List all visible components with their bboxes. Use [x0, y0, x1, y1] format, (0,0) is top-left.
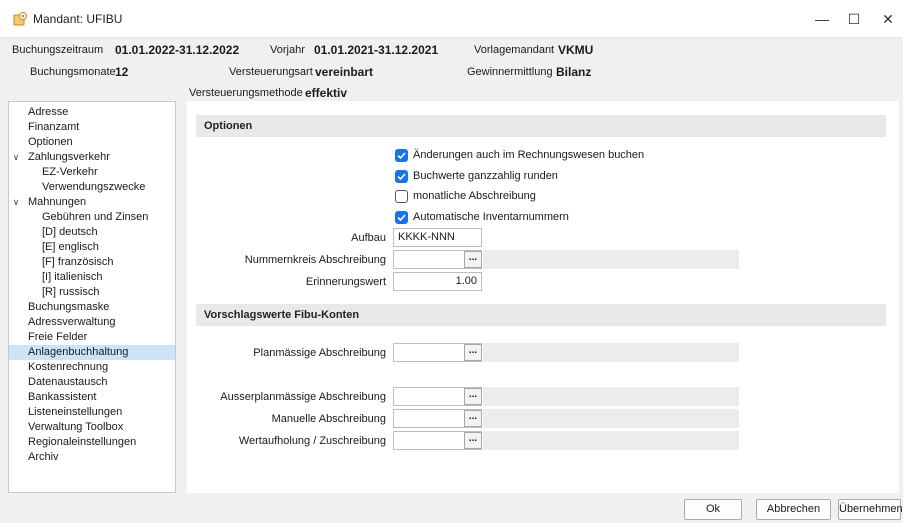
ausserplanmaessige-label: Ausserplanmässige Abschreibung — [220, 391, 386, 403]
manuelle-description — [483, 409, 739, 428]
section-optionen: Optionen — [196, 115, 886, 137]
buchungsmonate-value: 12 — [115, 65, 129, 79]
erinnerungswert-field[interactable]: 1.00 — [393, 272, 482, 291]
planmaessige-description — [483, 343, 739, 362]
browse-button[interactable]: ... — [464, 410, 482, 427]
chevron-down-icon[interactable]: ∨ — [11, 195, 21, 210]
vorjahr-value-wrap: 01.01.2021-31.12.2021 — [314, 43, 438, 57]
nav-item-gebuehren[interactable]: Gebühren und Zinsen — [9, 210, 175, 225]
settings-tree[interactable]: Adresse Finanzamt Optionen ∨ Zahlungsver… — [8, 101, 176, 493]
checkbox-label: monatliche Abschreibung — [413, 190, 536, 202]
nav-item-ez-verkehr[interactable]: EZ-Verkehr — [9, 165, 175, 180]
vorlagemandant-value: VKMU — [558, 43, 594, 57]
nav-item-zahlungsverkehr[interactable]: ∨ Zahlungsverkehr — [9, 150, 175, 165]
buchungszeitraum-label: Buchungszeitraum — [12, 44, 104, 56]
buchungsmonate-value-wrap: 12 — [115, 65, 128, 79]
nav-item-buchungsmaske[interactable]: Buchungsmaske — [9, 300, 175, 315]
section-vorschlagswerte: Vorschlagswerte Fibu-Konten — [196, 304, 886, 326]
nav-item-datenaustausch[interactable]: Datenaustausch — [9, 375, 175, 390]
nav-item-bankassistent[interactable]: Bankassistent — [9, 390, 175, 405]
buchungszeitraum-value-wrap: 01.01.2022-31.12.2022 — [115, 43, 239, 57]
nav-item-archiv[interactable]: Archiv — [9, 450, 175, 465]
browse-button[interactable]: ... — [464, 388, 482, 405]
nav-item-mahnungen[interactable]: ∨ Mahnungen — [9, 195, 175, 210]
nav-item-label: Zahlungsverkehr — [28, 151, 110, 163]
nav-item-kostenrechnung[interactable]: Kostenrechnung — [9, 360, 175, 375]
browse-button[interactable]: ... — [464, 251, 482, 268]
checkbox-checked-icon[interactable] — [395, 148, 408, 162]
nav-item-finanzamt[interactable]: Finanzamt — [9, 120, 175, 135]
vorjahr-value: 01.01.2021-31.12.2021 — [314, 43, 439, 57]
browse-button[interactable]: ... — [464, 344, 482, 361]
nav-item-verwaltung-toolbox[interactable]: Verwaltung Toolbox — [9, 420, 175, 435]
gewinnermittlung-value-wrap: Bilanz — [556, 65, 591, 79]
browse-button[interactable]: ... — [464, 432, 482, 449]
apply-button[interactable]: Übernehmen — [838, 499, 903, 520]
planmaessige-label: Planmässige Abschreibung — [253, 347, 386, 359]
aufbau-field[interactable]: KKKK-NNN — [393, 228, 482, 247]
checkbox-monatliche-abschreibung[interactable]: monatliche Abschreibung — [395, 188, 536, 204]
wertaufholung-label: Wertaufholung / Zuschreibung — [238, 435, 386, 447]
settings-panel: Optionen Änderungen auch im Rechnungswes… — [187, 101, 899, 493]
buchungszeitraum-value: 01.01.2022-31.12.2022 — [115, 43, 240, 57]
nav-item-label: Mahnungen — [28, 196, 87, 208]
window-title: Mandant: UFIBU — [33, 12, 123, 26]
checkbox-label: Automatische Inventarnummern — [413, 211, 569, 223]
checkbox-checked-icon[interactable] — [395, 169, 408, 183]
nav-item-listeneinstellungen[interactable]: Listeneinstellungen — [9, 405, 175, 420]
title-bar: Mandant: UFIBU — ☐ ✕ — [0, 0, 903, 38]
checkbox-unchecked-icon[interactable] — [395, 189, 408, 203]
nav-item-adresse[interactable]: Adresse — [9, 105, 175, 120]
close-icon[interactable]: ✕ — [866, 0, 903, 38]
nummernkreis-description — [483, 250, 739, 269]
checkbox-label: Änderungen auch im Rechnungswesen buchen — [413, 149, 645, 161]
vorjahr-label: Vorjahr — [270, 44, 305, 56]
nummernkreis-label: Nummernkreis Abschreibung — [244, 254, 386, 266]
ausserplanmaessige-description — [483, 387, 739, 406]
nav-item-russisch[interactable]: [R] russisch — [9, 285, 175, 300]
nav-item-englisch[interactable]: [E] englisch — [9, 240, 175, 255]
nav-item-adressverwaltung[interactable]: Adressverwaltung — [9, 315, 175, 330]
versteuerungsmethode-value: effektiv — [305, 86, 348, 100]
erinnerungswert-label: Erinnerungswert — [305, 276, 386, 288]
checkbox-checked-icon[interactable] — [395, 210, 408, 224]
vorlagemandant-value-wrap: VKMU — [558, 43, 593, 57]
gewinnermittlung-label: Gewinnermittlung — [467, 66, 553, 78]
versteuerungsmethode-value-wrap: effektiv — [305, 86, 347, 100]
nav-item-italienisch[interactable]: [I] italienisch — [9, 270, 175, 285]
wertaufholung-description — [483, 431, 739, 450]
manuelle-label: Manuelle Abschreibung — [271, 413, 386, 425]
nav-item-regionaleinstellungen[interactable]: Regionaleinstellungen — [9, 435, 175, 450]
nav-item-deutsch[interactable]: [D] deutsch — [9, 225, 175, 240]
vorlagemandant-label: Vorlagemandant — [474, 44, 555, 56]
chevron-down-icon[interactable]: ∨ — [11, 150, 21, 165]
client-icon — [13, 12, 27, 26]
nav-item-anlagenbuchhaltung[interactable]: Anlagenbuchhaltung — [9, 345, 175, 360]
nav-item-franzoesisch[interactable]: [F] französisch — [9, 255, 175, 270]
checkbox-aenderungen-buchen[interactable]: Änderungen auch im Rechnungswesen buchen — [395, 147, 644, 163]
cancel-button[interactable]: Abbrechen — [756, 499, 831, 520]
nav-item-freie-felder[interactable]: Freie Felder — [9, 330, 175, 345]
checkbox-buchwerte-runden[interactable]: Buchwerte ganzzahlig runden — [395, 168, 558, 184]
versteuerungsart-label: Versteuerungsart — [229, 66, 313, 78]
nav-item-verwendungszwecke[interactable]: Verwendungszwecke — [9, 180, 175, 195]
ok-button[interactable]: Ok — [684, 499, 742, 520]
checkbox-label: Buchwerte ganzzahlig runden — [413, 170, 558, 182]
nav-item-optionen[interactable]: Optionen — [9, 135, 175, 150]
aufbau-label: Aufbau — [351, 232, 386, 244]
versteuerungsart-value: vereinbart — [315, 65, 374, 79]
buchungsmonate-label: Buchungsmonate — [30, 66, 116, 78]
checkbox-automatische-inventarnummern[interactable]: Automatische Inventarnummern — [395, 209, 569, 225]
gewinnermittlung-value: Bilanz — [556, 65, 592, 79]
versteuerungsmethode-label: Versteuerungsmethode — [189, 87, 303, 99]
versteuerungsart-value-wrap: vereinbart — [315, 65, 373, 79]
